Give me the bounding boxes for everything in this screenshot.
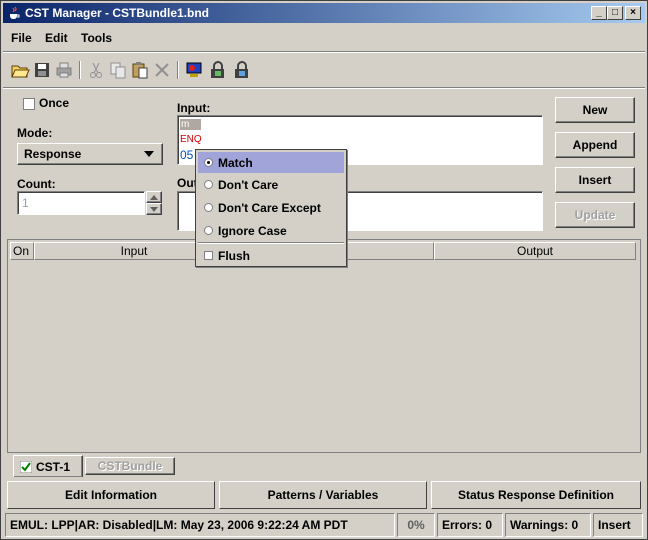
tab-cst-1-label: CST-1 (36, 460, 71, 474)
toolbar-separator (79, 61, 81, 79)
radio-selected-icon (204, 158, 213, 167)
main-window: CST Manager - CSTBundle1.bnd _ □ × File … (0, 0, 648, 540)
input-line-1: m (180, 119, 202, 130)
append-button[interactable]: Append (555, 132, 635, 158)
toolbar-divider (3, 87, 645, 89)
checkbox-icon (204, 251, 213, 260)
column-header-output[interactable]: Output (434, 242, 636, 260)
title-bar[interactable]: CST Manager - CSTBundle1.bnd _ □ × (3, 3, 645, 23)
menu-item-flush-label: Flush (218, 249, 250, 263)
mode-label: Mode: (17, 126, 53, 140)
input-line-3: 05 (180, 148, 194, 162)
errors-count: Errors: 0 (437, 513, 503, 537)
save-icon[interactable] (31, 59, 53, 81)
lock-icon-2[interactable] (231, 59, 253, 81)
radio-icon (204, 203, 213, 212)
menu-item-match[interactable]: Match (198, 152, 344, 173)
insert-mode-indicator: Insert (593, 513, 643, 537)
radio-icon (204, 226, 213, 235)
count-spin-up[interactable] (146, 191, 162, 203)
menu-item-dont-care-except-label: Don't Care Except (218, 201, 321, 215)
cut-icon[interactable] (85, 59, 107, 81)
input-line-enq: ENQ (180, 134, 202, 145)
menu-item-flush[interactable]: Flush (198, 245, 344, 266)
menu-item-match-label: Match (218, 156, 253, 170)
menu-item-dont-care-except[interactable]: Don't Care Except (198, 197, 344, 218)
toolbar-separator (177, 61, 179, 79)
mode-value: Response (24, 147, 82, 161)
menu-item-dont-care[interactable]: Don't Care (198, 174, 344, 195)
java-cup-icon (10, 6, 20, 19)
chevron-down-icon (144, 151, 154, 157)
count-label: Count: (17, 177, 56, 191)
tab-cstbundle[interactable]: CSTBundle (85, 457, 175, 475)
status-response-definition-button[interactable]: Status Response Definition (431, 481, 641, 509)
patterns-variables-button[interactable]: Patterns / Variables (219, 481, 427, 509)
copy-icon[interactable] (107, 59, 129, 81)
column-header-on[interactable]: On (10, 242, 34, 260)
emulator-icon[interactable] (183, 59, 205, 81)
match-popup-menu: Match Don't Care Don't Care Except Ignor… (195, 149, 347, 267)
window-title: CST Manager - CSTBundle1.bnd (25, 6, 210, 20)
input-label: Input: (177, 101, 211, 115)
spin-up-icon (150, 195, 158, 200)
status-info: EMUL: LPP|AR: Disabled|LM: May 23, 2006 … (5, 513, 395, 537)
update-button[interactable]: Update (555, 202, 635, 228)
popup-separator (198, 242, 344, 244)
maximize-button[interactable]: □ (607, 6, 623, 20)
mode-select[interactable]: Response (17, 143, 163, 165)
menu-item-ignore-case-label: Ignore Case (218, 224, 287, 238)
edit-information-button[interactable]: Edit Information (7, 481, 215, 509)
print-icon[interactable] (53, 59, 75, 81)
new-button[interactable]: New (555, 97, 635, 123)
menu-tools[interactable]: Tools (81, 31, 112, 45)
cst-table[interactable]: On Input e Output (7, 239, 641, 453)
lock-icon-1[interactable] (207, 59, 229, 81)
progress-indicator: 0% (397, 513, 435, 537)
delete-icon[interactable] (151, 59, 173, 81)
once-checkbox[interactable] (23, 98, 35, 110)
menu-item-dont-care-label: Don't Care (218, 178, 279, 192)
count-input[interactable]: 1 (17, 191, 145, 215)
radio-icon (204, 180, 213, 189)
menu-file[interactable]: File (11, 31, 32, 45)
minimize-button[interactable]: _ (591, 6, 607, 20)
spin-down-icon (150, 207, 158, 212)
open-folder-icon[interactable] (9, 59, 31, 81)
paste-icon[interactable] (129, 59, 151, 81)
close-button[interactable]: × (625, 6, 641, 20)
insert-button[interactable]: Insert (555, 167, 635, 193)
menu-edit[interactable]: Edit (45, 31, 68, 45)
tab-cst-1[interactable]: CST-1 (13, 455, 83, 477)
menu-bar: File Edit Tools (3, 27, 645, 49)
warnings-count: Warnings: 0 (505, 513, 591, 537)
menu-item-ignore-case[interactable]: Ignore Case (198, 220, 344, 241)
once-label: Once (39, 96, 70, 110)
toolbar (3, 55, 645, 85)
count-spin-down[interactable] (146, 203, 162, 215)
count-value: 1 (22, 196, 29, 210)
checkmark-icon (20, 461, 32, 473)
menu-divider (3, 51, 645, 53)
